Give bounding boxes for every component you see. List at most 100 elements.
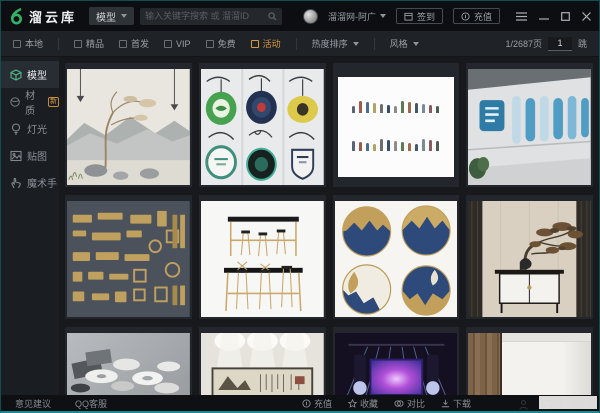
sidebar: 模型 材质 新 灯光 贴图 魔术手 <box>1 57 59 395</box>
bar-table-image <box>201 201 324 317</box>
thumbnail-shop-signs[interactable] <box>199 63 326 187</box>
light-bulb-icon <box>10 123 22 135</box>
new-badge: 新 <box>48 97 59 107</box>
ceiling-line <box>502 333 591 342</box>
thumbnail-culture-wall[interactable] <box>466 63 593 187</box>
app-title: 溜云库 <box>29 7 77 26</box>
filter-checkbox-vip[interactable]: VIP <box>164 39 191 49</box>
star-icon <box>348 399 357 408</box>
feedback-link[interactable]: 意见建议 <box>15 397 51 410</box>
people-row <box>344 99 449 113</box>
filter-checkbox-premium[interactable]: 精品 <box>74 37 104 50</box>
thumbnail-white-interior[interactable] <box>466 327 593 395</box>
chevron-down-icon <box>380 14 386 18</box>
recharge-button[interactable]: 充值 <box>453 8 500 24</box>
coin-icon <box>302 399 311 408</box>
category-dropdown-label: 模型 <box>96 9 116 24</box>
shop-signs-image <box>201 69 324 185</box>
culture-wall-image <box>468 69 591 185</box>
pagination: 1/2687页 跳 <box>505 37 587 51</box>
filter-toolbar: 本地 精品 首发 VIP 免费 活动 热度排序 风格 <box>1 31 599 57</box>
sidebar-item-lights[interactable]: 灯光 <box>1 115 59 142</box>
favorite-action[interactable]: 收藏 <box>348 397 378 410</box>
people-panel <box>338 77 455 177</box>
checkbox-icon <box>164 40 172 48</box>
compare-icon <box>394 399 404 408</box>
user-avatar[interactable] <box>303 9 318 24</box>
page-jump-input[interactable] <box>548 37 572 51</box>
compare-action[interactable]: 对比 <box>394 397 425 410</box>
recharge-action[interactable]: 充值 <box>302 397 332 410</box>
thumbnail-lit-painting[interactable] <box>199 327 326 395</box>
person-icon <box>519 400 528 410</box>
titlebar: 溜云库 模型 溜溜网-阿广 签到 <box>1 1 599 31</box>
thumbnail-zen-landscape[interactable] <box>65 63 192 187</box>
console-table-image <box>468 201 591 317</box>
filter-checkbox-activity[interactable]: 活动 <box>251 37 281 50</box>
qq-service-link[interactable]: QQ客服 <box>75 397 107 410</box>
search-box[interactable] <box>140 8 282 25</box>
zen-landscape-image <box>67 69 190 185</box>
sidebar-item-materials[interactable]: 材质 新 <box>1 88 59 115</box>
wall-shading <box>563 342 591 395</box>
username-label: 溜溜网-阿广 <box>328 10 376 23</box>
coin-icon <box>461 12 470 21</box>
wood-panel <box>468 333 502 395</box>
download-icon <box>441 399 450 408</box>
thumbnail-gold-panels[interactable] <box>65 195 192 319</box>
checkbox-icon <box>251 40 259 48</box>
thumbnail-grid <box>65 63 593 395</box>
checkbox-icon <box>13 40 21 48</box>
chevron-down-icon <box>353 42 359 46</box>
checkbox-icon <box>74 40 82 48</box>
download-action[interactable]: 下载 <box>441 397 471 410</box>
sidebar-item-models[interactable]: 模型 <box>1 61 59 88</box>
divider <box>296 38 297 50</box>
menu-icon[interactable] <box>516 12 527 21</box>
logo-icon <box>9 8 24 25</box>
sidebar-item-textures[interactable]: 贴图 <box>1 142 59 169</box>
chevron-down-icon <box>121 14 127 18</box>
checkbox-icon <box>206 40 214 48</box>
search-input[interactable] <box>145 11 268 21</box>
filter-checkbox-local[interactable]: 本地 <box>13 37 43 50</box>
category-dropdown[interactable]: 模型 <box>89 7 134 25</box>
checkbox-icon <box>119 40 127 48</box>
app-logo: 溜云库 <box>9 7 77 26</box>
gold-panels-image <box>67 201 190 317</box>
filter-checkbox-free[interactable]: 免费 <box>206 37 236 50</box>
thumbnail-stage-lighting[interactable] <box>333 327 460 395</box>
thumbnail-console-table[interactable] <box>466 195 593 319</box>
style-dropdown[interactable]: 风格 <box>390 37 419 50</box>
results-area <box>59 57 599 395</box>
user-menu[interactable]: 溜溜网-阿广 <box>328 10 386 23</box>
thumbnail-wall-plates[interactable] <box>333 195 460 319</box>
maximize-icon[interactable] <box>561 12 570 21</box>
divider <box>374 38 375 50</box>
statusbar: 意见建议 QQ客服 充值 收藏 对比 <box>1 395 599 411</box>
hand-icon <box>10 177 22 189</box>
signin-button[interactable]: 签到 <box>396 8 443 24</box>
sort-dropdown[interactable]: 热度排序 <box>312 37 359 50</box>
filter-checkbox-first-release[interactable]: 首发 <box>119 37 149 50</box>
thumbnail-people-silhouettes[interactable] <box>333 63 460 187</box>
thumbnail-gypsum-discs[interactable] <box>65 327 192 395</box>
page-jump-button[interactable]: 跳 <box>578 37 587 50</box>
calendar-icon <box>404 12 413 21</box>
sidebar-item-magic-hand[interactable]: 魔术手 <box>1 169 59 196</box>
white-interior-image <box>468 333 591 395</box>
close-icon[interactable] <box>582 12 591 21</box>
thumbnail-overlap-extension <box>539 396 597 409</box>
search-icon[interactable] <box>268 12 277 21</box>
wall-plates-image <box>335 201 458 317</box>
people-row <box>344 137 449 151</box>
stage-image <box>335 333 458 395</box>
chevron-down-icon <box>413 42 419 46</box>
lit-painting-image <box>201 333 324 395</box>
material-sphere-icon <box>10 96 20 108</box>
app-window: 溜云库 模型 溜溜网-阿广 签到 <box>0 0 600 413</box>
thumbnail-bar-table[interactable] <box>199 195 326 319</box>
page-info: 1/2687页 <box>505 37 542 50</box>
minimize-icon[interactable] <box>539 12 549 21</box>
divider <box>58 38 59 50</box>
